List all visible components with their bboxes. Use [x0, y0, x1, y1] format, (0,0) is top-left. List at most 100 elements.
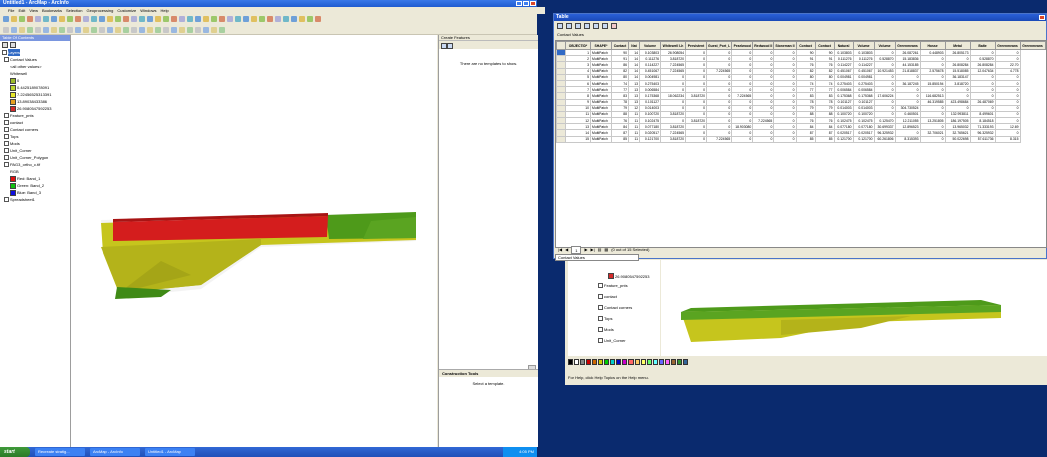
- column-header[interactable]: Greenmeans: [1019, 41, 1046, 50]
- column-header[interactable]: Whitewell Lh: [660, 41, 686, 50]
- toolbar-tool-icon[interactable]: [259, 16, 265, 22]
- column-header[interactable]: Metal: [944, 41, 971, 50]
- toc-item[interactable]: Layers: [2, 49, 68, 56]
- start-button[interactable]: start: [0, 447, 30, 457]
- previous-record-button[interactable]: ◀: [565, 246, 568, 254]
- attribute-grid[interactable]: OBJECTID* SHAPE* Contact Nat Volume Whitewell…: [555, 40, 1047, 248]
- toolbar-tool-icon[interactable]: [179, 16, 185, 22]
- table-tab[interactable]: Contact Values: [555, 254, 639, 261]
- toolbar-tool-icon[interactable]: [3, 27, 9, 33]
- toc-item[interactable]: Contact corners: [598, 302, 632, 313]
- palette-color-swatch[interactable]: [682, 359, 688, 365]
- column-header[interactable]: Stoneman II: [773, 41, 797, 50]
- toc-item[interactable]: Spreadsheet1: [2, 196, 68, 203]
- column-header[interactable]: Greenmeans: [894, 41, 921, 50]
- toolbar-tool-icon[interactable]: [155, 16, 161, 22]
- table-cell[interactable]: 0: [731, 135, 754, 143]
- layer-visibility-checkbox[interactable]: [598, 294, 603, 299]
- table-cell[interactable]: 85: [814, 135, 835, 143]
- show-selected-records-icon[interactable]: ▦: [604, 246, 608, 254]
- table-cell[interactable]: 0: [752, 135, 775, 143]
- palette-color-swatch[interactable]: [574, 359, 580, 365]
- maximize-button[interactable]: [523, 1, 529, 6]
- toolbar-tool-icon[interactable]: [67, 27, 73, 33]
- table-cell[interactable]: 0: [685, 135, 707, 143]
- column-header[interactable]: Volume: [639, 41, 661, 50]
- toolbar-tool-icon[interactable]: [27, 16, 33, 22]
- menu-geoprocessing[interactable]: Geoprocessing: [86, 7, 113, 14]
- related-tables-icon[interactable]: [566, 23, 572, 29]
- column-header[interactable]: Greenmeans: [994, 41, 1021, 50]
- column-header[interactable]: Natural: [833, 41, 854, 50]
- table-cell[interactable]: 0.121700: [833, 135, 854, 143]
- toolbar-tool-icon[interactable]: [171, 27, 177, 33]
- toolbar-tool-icon[interactable]: [35, 16, 41, 22]
- layer-visibility-checkbox[interactable]: [4, 155, 9, 160]
- column-header[interactable]: Redwood II: [752, 41, 775, 50]
- toc-item[interactable]: 13.89038433386: [2, 98, 68, 105]
- toolbar-tool-icon[interactable]: [195, 27, 201, 33]
- toolbar-tool-icon[interactable]: [307, 16, 313, 22]
- layer-visibility-checkbox[interactable]: [4, 162, 9, 167]
- palette-color-swatch[interactable]: [658, 359, 664, 365]
- palette-color-swatch[interactable]: [640, 359, 646, 365]
- column-header[interactable]: OBJECTID*: [565, 41, 591, 50]
- toolbar-tool-icon[interactable]: [235, 16, 241, 22]
- column-header[interactable]: Balte: [969, 41, 996, 50]
- record-number-field[interactable]: 1: [571, 246, 582, 254]
- menu-help[interactable]: Help: [161, 7, 169, 14]
- column-header[interactable]: Guest_Port_L: [705, 41, 733, 50]
- toc-item[interactable]: Tops: [2, 133, 68, 140]
- layer-visibility-checkbox[interactable]: [4, 134, 9, 139]
- toolbar-tool-icon[interactable]: [179, 27, 185, 33]
- column-header[interactable]: Contact: [795, 41, 816, 50]
- minimize-button[interactable]: [516, 1, 522, 6]
- toolbar-tool-icon[interactable]: [11, 27, 17, 33]
- layer-visibility-checkbox[interactable]: [4, 148, 9, 153]
- toolbar-tool-icon[interactable]: [59, 16, 65, 22]
- switch-selection-icon[interactable]: [584, 23, 590, 29]
- toolbar-tool-icon[interactable]: [211, 16, 217, 22]
- list-by-source-icon[interactable]: [10, 42, 16, 48]
- table-cell[interactable]: 8.315393: [894, 135, 921, 143]
- toolbar-tool-icon[interactable]: [139, 16, 145, 22]
- palette-color-swatch[interactable]: [616, 359, 622, 365]
- layer-visibility-checkbox[interactable]: [598, 305, 603, 310]
- column-header[interactable]: Pearlwood: [731, 41, 754, 50]
- palette-color-swatch[interactable]: [664, 359, 670, 365]
- arcmap-titlebar[interactable]: Untitled1 - ArcMap - ArcInfo: [0, 0, 537, 7]
- column-header[interactable]: Hosse: [919, 41, 946, 50]
- toolbar-tool-icon[interactable]: [67, 16, 73, 22]
- toolbar-tool-icon[interactable]: [155, 27, 161, 33]
- toc-item[interactable]: <all other values>: [2, 63, 68, 70]
- toolbar-tool-icon[interactable]: [75, 27, 81, 33]
- menu-file[interactable]: File: [8, 7, 14, 14]
- layer-visibility-checkbox[interactable]: [2, 50, 7, 55]
- toolbar-tool-icon[interactable]: [171, 16, 177, 22]
- toolbar-tool-icon[interactable]: [211, 27, 217, 33]
- toolbar-tool-icon[interactable]: [75, 16, 81, 22]
- palette-color-swatch[interactable]: [646, 359, 652, 365]
- table-cell[interactable]: 0: [773, 135, 797, 143]
- toolbar-tool-icon[interactable]: [123, 27, 129, 33]
- table-cell[interactable]: 8.315: [994, 135, 1021, 143]
- menu-edit[interactable]: Edit: [18, 7, 25, 14]
- table-close-button[interactable]: [1039, 15, 1045, 20]
- taskbar-item[interactable]: Untitled1 - ArcMap: [145, 448, 195, 456]
- toc-item[interactable]: Red: Band_1: [2, 175, 68, 182]
- column-header[interactable]: Volume: [873, 41, 896, 50]
- toc-item[interactable]: Contact corners: [2, 126, 68, 133]
- toolbar-tool-icon[interactable]: [115, 27, 121, 33]
- close-button[interactable]: [530, 1, 536, 6]
- toc-item[interactable]: Mods: [2, 140, 68, 147]
- palette-color-swatch[interactable]: [592, 359, 598, 365]
- toolbar-tool-icon[interactable]: [139, 27, 145, 33]
- toolbar-tool-icon[interactable]: [267, 16, 273, 22]
- toc-item[interactable]: Whitewell: [2, 70, 68, 77]
- toolbar-tool-icon[interactable]: [187, 27, 193, 33]
- toolbar-tool-icon[interactable]: [147, 16, 153, 22]
- toolbar-tool-icon[interactable]: [275, 16, 281, 22]
- clear-selection-icon[interactable]: [593, 23, 599, 29]
- column-header[interactable]: Contact: [814, 41, 835, 50]
- palette-color-swatch[interactable]: [628, 359, 634, 365]
